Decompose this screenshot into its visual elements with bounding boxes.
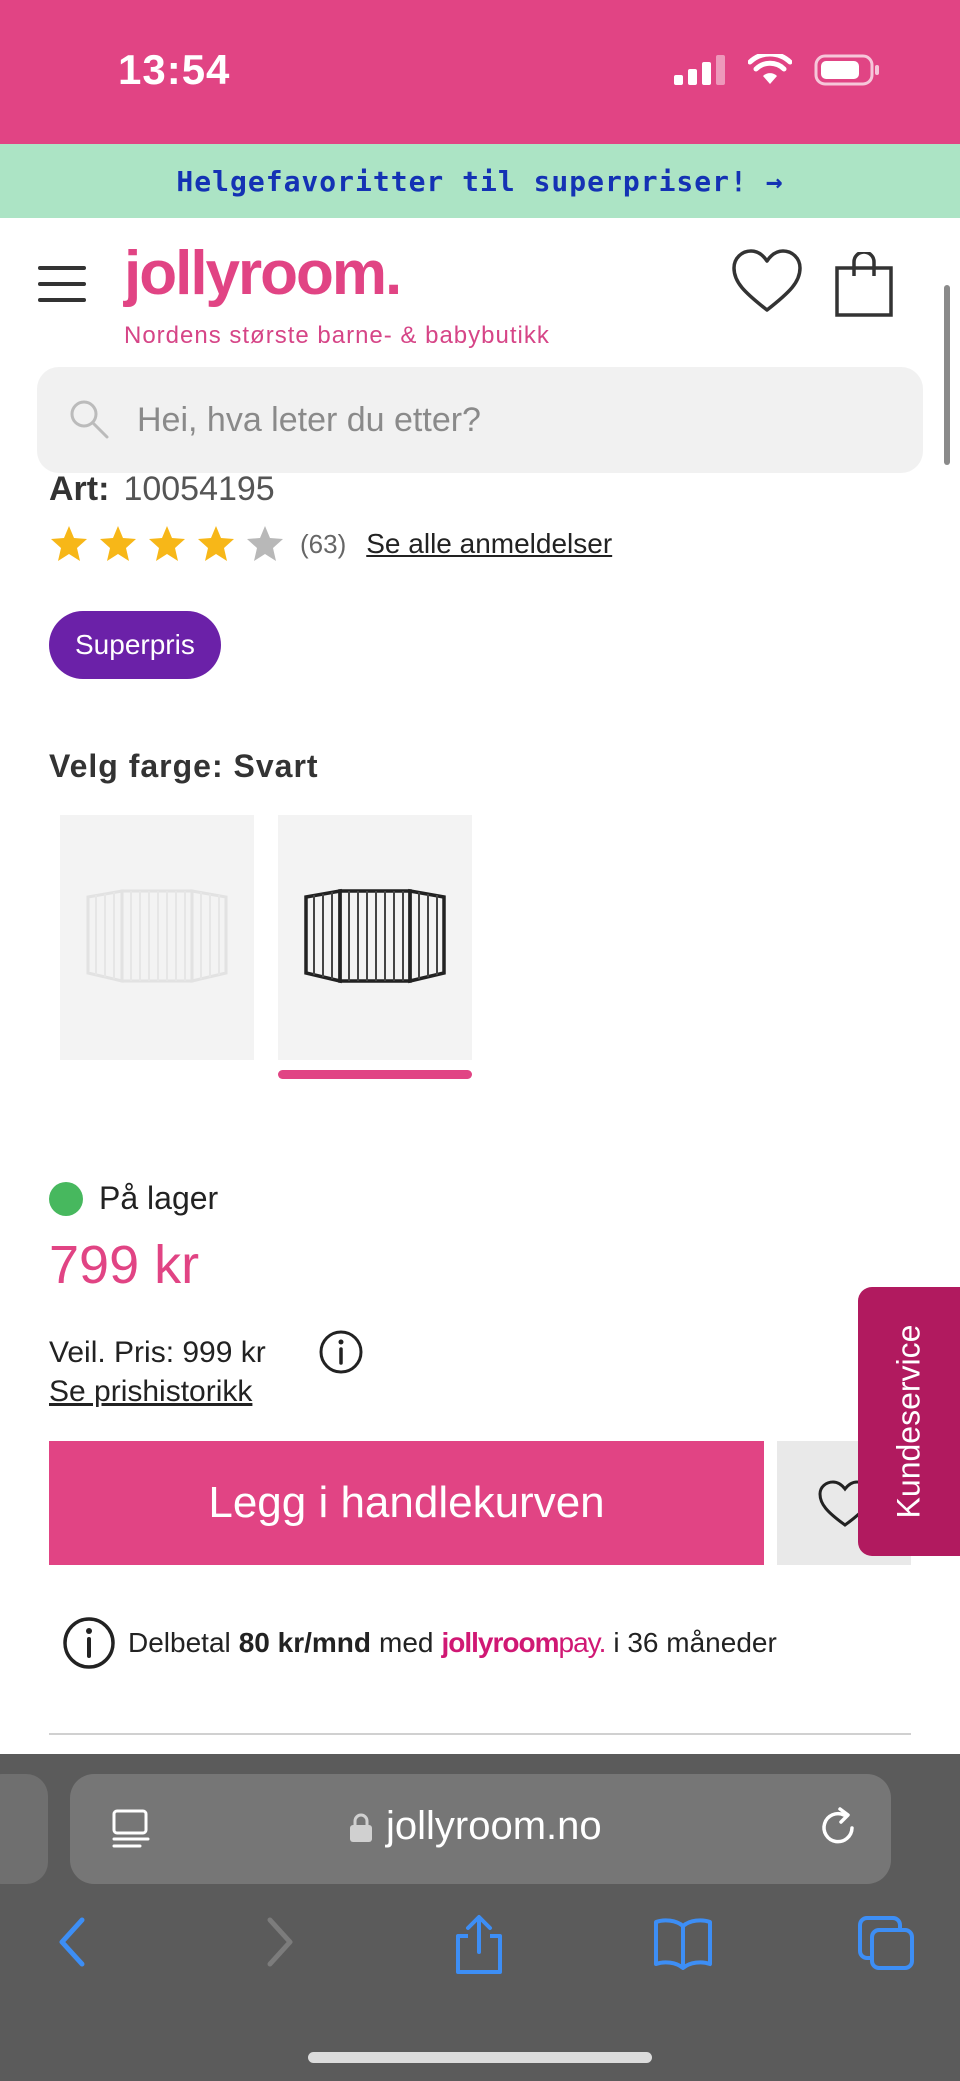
white-gate-image <box>86 889 228 983</box>
heart-icon[interactable] <box>730 248 804 314</box>
installment-amount: 80 kr/mnd <box>238 1627 372 1658</box>
url-text: jollyroom.no <box>386 1804 602 1848</box>
star-empty-icon <box>247 526 283 561</box>
color-swatch-black[interactable] <box>278 815 472 1060</box>
status-bar: 13:54 <box>0 0 960 144</box>
forward-icon[interactable] <box>262 1914 298 1970</box>
installment-prefix: Delbetal <box>128 1627 231 1658</box>
star-icon <box>198 526 234 561</box>
customer-service-tab[interactable]: Kundeservice <box>858 1287 960 1556</box>
home-indicator <box>308 2052 652 2063</box>
customer-service-label: Kundeservice <box>890 1324 927 1519</box>
all-reviews-link[interactable]: Se alle anmeldelser <box>366 528 612 560</box>
status-time: 13:54 <box>118 46 231 93</box>
tabs-icon[interactable] <box>856 1914 916 1972</box>
address-bar[interactable]: jollyroom.no <box>70 1774 891 1884</box>
black-gate-image <box>304 888 446 984</box>
rating-count: (63) <box>300 528 347 559</box>
browser-chrome: jollyroom.no <box>0 1754 960 2081</box>
price-history-link[interactable]: Se prishistorikk <box>49 1375 252 1409</box>
search-input[interactable] <box>137 387 897 453</box>
divider <box>49 1733 911 1735</box>
tagline: Nordens største barne- & babybutikk <box>124 322 550 349</box>
share-icon[interactable] <box>452 1914 506 1976</box>
stock-text: På lager <box>99 1180 219 1216</box>
menu-icon[interactable] <box>38 266 86 302</box>
promo-banner[interactable]: Helgefavoritter til superpriser! → <box>0 144 960 218</box>
color-title: Velg farge: Svart <box>49 748 319 784</box>
search-icon <box>70 400 109 439</box>
in-stock-dot-icon <box>49 1181 83 1216</box>
star-icon <box>100 526 136 561</box>
article-label: Art: <box>49 470 110 506</box>
back-icon[interactable] <box>54 1914 90 1970</box>
superpris-badge: Superpris <box>49 611 221 679</box>
shopping-bag-icon[interactable] <box>834 252 894 318</box>
color-swatch-white[interactable] <box>60 815 254 1060</box>
bookmarks-icon[interactable] <box>652 1914 714 1970</box>
promo-text: Helgefavoritter til superpriser! → <box>176 164 784 198</box>
rating: (63) Se alle anmeldelser <box>49 524 612 564</box>
signal-icon <box>674 55 725 85</box>
star-icon <box>51 526 87 561</box>
logo[interactable]: jollyroom. <box>124 238 402 309</box>
installment-middle: med <box>379 1627 434 1658</box>
previous-tab-peek[interactable] <box>0 1774 48 1884</box>
status-icons <box>674 54 880 86</box>
article-number: Art: 10054195 <box>49 470 275 506</box>
jollyroompay-logo: jollyroompay. <box>441 1627 606 1658</box>
search-bar <box>37 367 923 473</box>
browser-toolbar <box>0 1914 960 1984</box>
info-icon[interactable] <box>318 1329 364 1375</box>
recommended-price: Veil. Pris: 999 kr <box>49 1336 266 1369</box>
info-icon[interactable] <box>62 1616 116 1670</box>
page-scrollbar[interactable] <box>944 285 950 465</box>
price: 799 kr <box>49 1235 200 1295</box>
selected-color-indicator <box>278 1070 472 1079</box>
add-to-cart-button[interactable]: Legg i handlekurven <box>49 1441 764 1565</box>
stock-status: På lager <box>49 1180 218 1217</box>
article-value: 10054195 <box>123 470 275 506</box>
lock-icon <box>350 1813 372 1842</box>
installment-suffix: i 36 måneder <box>613 1627 777 1658</box>
site-header: jollyroom. Nordens største barne- & baby… <box>0 218 960 365</box>
reload-icon[interactable] <box>816 1806 860 1850</box>
battery-icon <box>814 54 879 86</box>
wifi-icon <box>748 54 792 84</box>
star-icon <box>149 526 185 561</box>
installment-info: Delbetal 80 kr/mnd med jollyroompay. i 3… <box>62 1616 777 1670</box>
reader-icon[interactable] <box>110 1808 154 1852</box>
